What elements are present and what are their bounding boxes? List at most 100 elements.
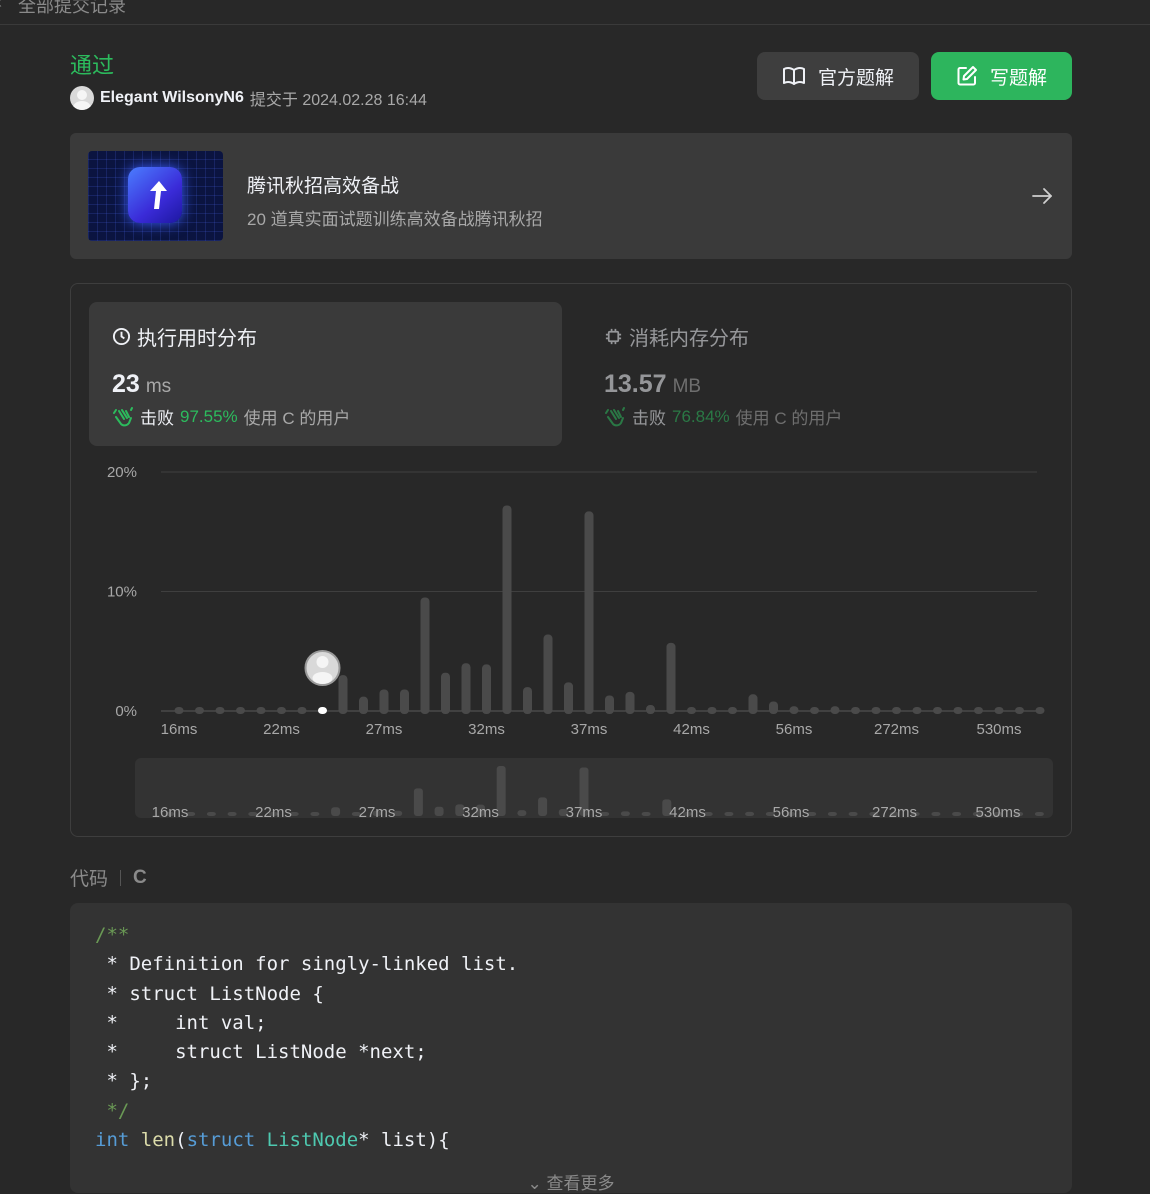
arrow-right-icon[interactable]: [1030, 184, 1054, 208]
brush-bar: [641, 812, 651, 816]
brush-tick-label: 56ms: [773, 804, 810, 821]
y-tick-label: 10%: [107, 584, 137, 601]
code-token: ListNode: [266, 1129, 359, 1152]
promo-banner[interactable]: 腾讯秋招高效备战 20 道真实面试题训练高效备战腾讯秋招: [70, 133, 1072, 259]
chart-bar: [174, 707, 184, 714]
book-icon: [782, 66, 805, 85]
chart-bar: [215, 707, 225, 714]
brush-tick-label: 530ms: [975, 804, 1020, 821]
chart-bar: [482, 664, 491, 714]
brush-tick-label: 42ms: [669, 804, 706, 821]
chart-bar: [584, 511, 594, 714]
brush-tick-label: 272ms: [872, 804, 917, 821]
chart-bar: [748, 694, 758, 714]
x-tick-label: 42ms: [673, 721, 710, 738]
y-tick-label: 0%: [115, 703, 137, 720]
chart-bar: [379, 689, 389, 714]
chart-bar: [195, 707, 204, 714]
brush-bar: [931, 812, 941, 816]
chart-bar: [933, 707, 942, 714]
code-token: */: [95, 1099, 130, 1122]
code-token: len: [140, 1129, 176, 1152]
chart-bar: [400, 689, 409, 714]
chart-bar: [564, 682, 573, 714]
chart-bar: [256, 707, 266, 714]
chart-bar: [687, 707, 696, 714]
brush-bar: [434, 806, 444, 816]
chart-bar: [338, 675, 348, 714]
chart-bar: [236, 707, 245, 714]
show-more-link[interactable]: ⌄ 查看更多: [528, 1169, 615, 1194]
code-token: struct: [186, 1129, 256, 1152]
code-token: * struct ListNode {: [95, 982, 324, 1005]
x-tick-label: 272ms: [874, 721, 919, 738]
brush-tick-label: 37ms: [566, 804, 603, 821]
brush-tick-label: 16ms: [152, 804, 189, 821]
y-tick-label: 20%: [107, 464, 137, 481]
chevron-down-icon: ⌄: [527, 1174, 547, 1193]
brush-bar: [331, 807, 341, 816]
x-tick-label: 530ms: [976, 721, 1021, 738]
code-token: * Definition for singly-linked list.: [95, 953, 519, 976]
code-token: int: [95, 1129, 130, 1152]
chart-bar: [769, 701, 778, 714]
submit-time: 提交于 2024.02.28 16:44: [249, 92, 427, 109]
chart-bar: [666, 642, 676, 714]
username[interactable]: Elegant WilsonyN6: [100, 89, 244, 107]
stats-panel: 执行用时分布 23 ms 击败 97.55% 使用 C 的用户 消耗内存分布 13…: [70, 283, 1072, 837]
code-content: /** * Definition for singly-linked list.…: [95, 921, 518, 1155]
chart-bar: [830, 706, 840, 714]
x-tick-label: 22ms: [263, 721, 300, 738]
chart-bar: [994, 707, 1004, 714]
chart-bar: [625, 691, 635, 714]
chart-bar: [359, 696, 368, 714]
brush-bar: [413, 788, 423, 816]
brush-tick-label: 27ms: [359, 804, 396, 821]
code-token: * };: [95, 1070, 153, 1093]
code-token: * list){: [358, 1129, 450, 1152]
write-solution-label: 写题解: [989, 67, 1047, 89]
brush-bar: [827, 812, 837, 816]
user-avatar[interactable]: [70, 86, 94, 110]
official-solution-button[interactable]: 官方题解: [757, 52, 919, 100]
brush-bar: [517, 810, 527, 816]
chart-bar: [1035, 707, 1045, 714]
x-tick-label: 37ms: [571, 721, 608, 738]
promo-title: 腾讯秋招高效备战: [247, 176, 400, 197]
code-header: 代码 C: [70, 864, 147, 891]
chart-bar: [851, 707, 860, 714]
code-language: C: [133, 866, 147, 888]
avatar-body: [312, 672, 333, 684]
chart-bar: [543, 634, 553, 714]
leetcode-arrow-logo: [128, 167, 182, 223]
submissions-link[interactable]: 全部提交记录: [18, 0, 126, 18]
code-token: * int val;: [95, 1011, 267, 1034]
chart-bar: [461, 663, 471, 714]
brush-tick-label: 32ms: [462, 804, 499, 821]
brush-tick-label: 22ms: [255, 804, 292, 821]
runtime-distribution-chart: 0% 10% 20% 16ms 22ms 27ms 32ms 37ms 42ms 56ms 272m…: [107, 464, 1045, 821]
top-bar: ‹ 全部提交记录: [0, 0, 1150, 25]
chart-bar: [728, 707, 737, 714]
edit-icon: [957, 66, 977, 86]
write-solution-button[interactable]: 写题解: [931, 52, 1072, 100]
code-token: (: [175, 1129, 187, 1152]
code-block[interactable]: /** * Definition for singly-linked list.…: [70, 903, 1072, 1193]
brush-bar: [848, 812, 858, 816]
back-icon[interactable]: ‹: [0, 0, 2, 13]
chart-bar: [912, 707, 922, 714]
brush-bar: [745, 811, 755, 816]
avatar-head: [316, 656, 329, 668]
chart-bar: [646, 705, 655, 714]
code-token: /**: [95, 924, 130, 946]
x-tick-label: 56ms: [776, 721, 813, 738]
code-token: * struct ListNode *next;: [95, 1041, 427, 1064]
chart-bar: [974, 707, 983, 714]
chart-bar: [810, 707, 819, 714]
chart-bar: [420, 597, 430, 714]
code-label: 代码: [70, 869, 109, 890]
chart-bar: [789, 706, 799, 714]
official-solution-label: 官方题解: [817, 67, 894, 89]
chart-bar: [1015, 707, 1024, 714]
